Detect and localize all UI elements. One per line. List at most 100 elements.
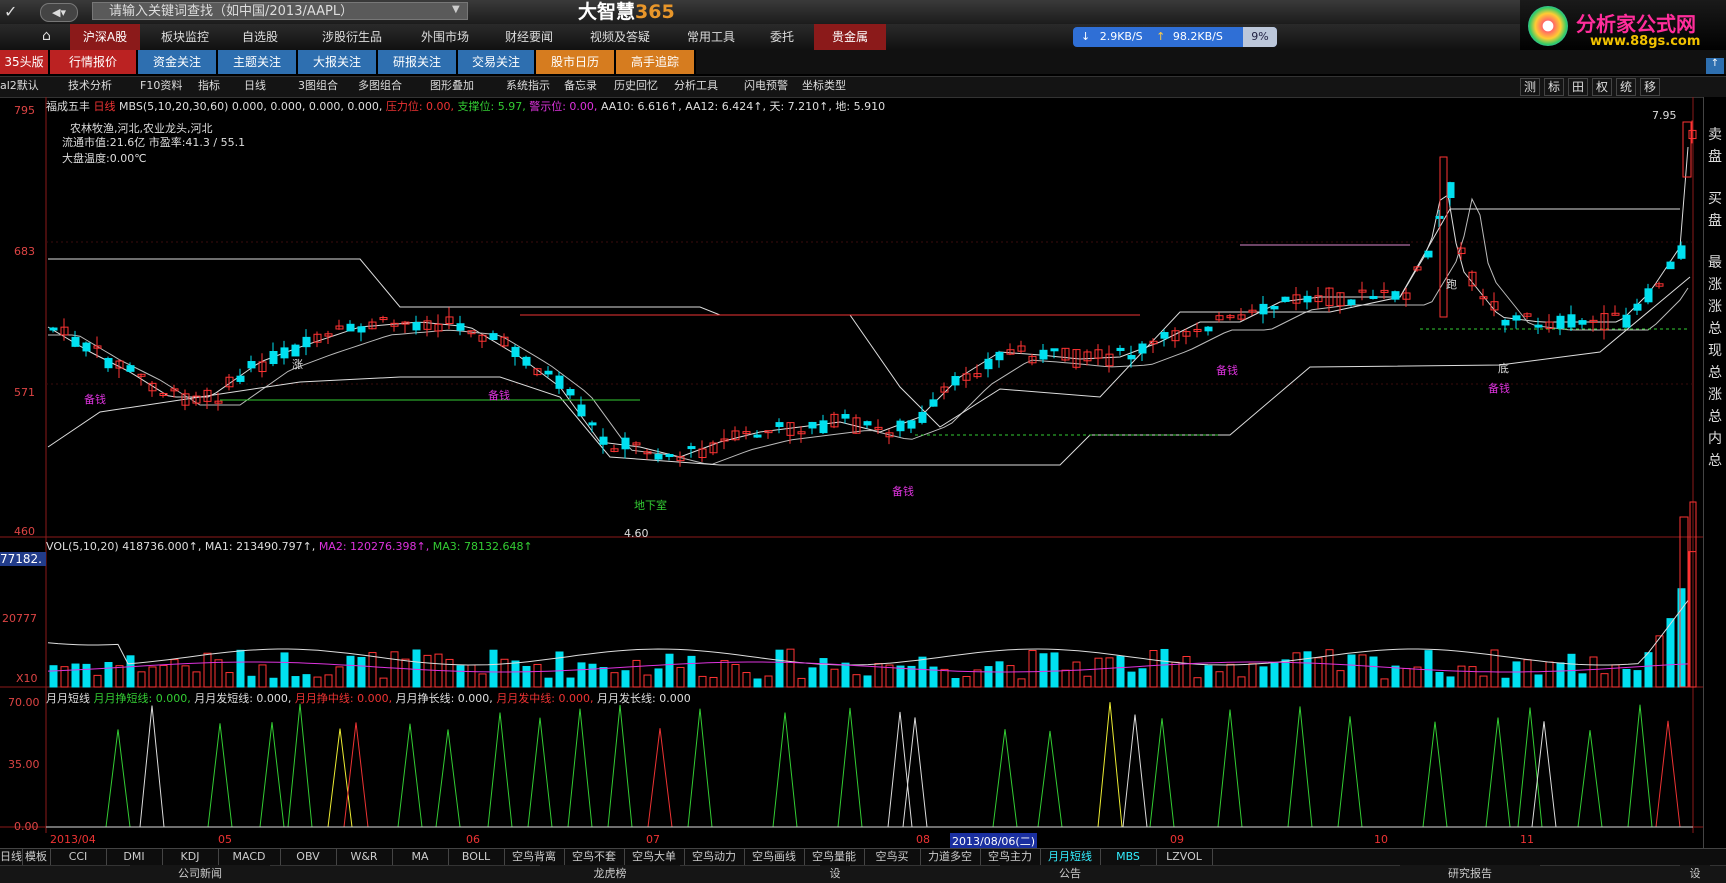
indicator-tab-10[interactable]: 空鸟背离 — [504, 848, 565, 865]
footer-tab-research[interactable]: 研究报告 — [1400, 865, 1540, 882]
volume-bar — [247, 675, 256, 688]
candle-body — [775, 422, 784, 427]
toolbar-fenxi[interactable]: 分析工具 — [674, 77, 718, 95]
search-input[interactable]: 请输入关键词查找（如中国/2013/AAPL） — [92, 2, 468, 20]
nav-item-guijinshu[interactable]: 贵金属 — [814, 24, 886, 50]
tab-dabao[interactable]: 大报关注 — [298, 50, 376, 74]
toolbar-zhibiao[interactable]: 指标 — [198, 77, 220, 95]
toolbar-lishi[interactable]: 历史回忆 — [614, 77, 658, 95]
tab-rili[interactable]: 股市日历 — [536, 50, 614, 74]
indicator-tab-6[interactable]: OBV — [280, 848, 337, 865]
nav-item-zixuan[interactable]: 自选股 — [228, 24, 292, 50]
toolbar-right-grid[interactable]: 田 — [1568, 78, 1588, 96]
toolbar-f10[interactable]: F10资料 — [140, 77, 182, 95]
toolbar-right-quan[interactable]: 权 — [1592, 78, 1612, 96]
volume-bar — [1457, 665, 1466, 688]
volume-bar — [1072, 661, 1081, 688]
candle-body — [1446, 182, 1455, 199]
toolbar-xitong[interactable]: 系统指示 — [506, 77, 550, 95]
price-high-label: 7.95 — [1652, 109, 1677, 122]
candle-body — [929, 399, 938, 407]
indicator-tab-16[interactable]: 空鸟买 — [864, 848, 921, 865]
nav-item-bankuai[interactable]: 板块监控 — [150, 24, 220, 50]
candle-body — [654, 454, 663, 460]
toolbar-right-yi[interactable]: 移 — [1640, 78, 1660, 96]
tab-jiaoyi[interactable]: 交易关注 — [458, 50, 534, 74]
indicator-tab-3[interactable]: DMI — [106, 848, 163, 865]
indicator-tab-17[interactable]: 力道多空 — [920, 848, 981, 865]
tab-hangqing[interactable]: 行情报价 — [50, 50, 136, 74]
toolbar-right-biao[interactable]: 标 — [1544, 78, 1564, 96]
toolbar-beiwang[interactable]: 备忘录 — [564, 77, 597, 95]
toolbar-duotu[interactable]: 多图组合 — [358, 77, 402, 95]
volume-bar — [82, 663, 91, 688]
kline-chart[interactable] — [0, 97, 1726, 848]
candle-body — [1677, 245, 1686, 259]
indicator-tab-18[interactable]: 空鸟主力 — [980, 848, 1041, 865]
nav-item-yansheng[interactable]: 涉股衍生品 — [310, 24, 394, 50]
indicator-tab-9[interactable]: BOLL — [448, 848, 505, 865]
toolbar-3tu[interactable]: 3图组合 — [298, 77, 338, 95]
tab-gaoshou[interactable]: 高手追踪 — [616, 50, 694, 74]
nav-item-weituo[interactable]: 委托 — [756, 24, 808, 50]
footer-tab-notice[interactable]: 公告 — [1000, 865, 1140, 882]
footer-tab-set-2[interactable]: 设 — [1680, 865, 1710, 882]
indicator-tab-5[interactable]: MACD — [218, 848, 281, 865]
nav-item-waiwei[interactable]: 外围市场 — [410, 24, 480, 50]
right-panel-arrow-icon[interactable]: ↑ — [1706, 58, 1724, 74]
candle-body — [1633, 303, 1642, 311]
ind-spike-1 — [139, 705, 165, 828]
indicator-tab-2[interactable]: CCI — [50, 848, 107, 865]
indicator-tab-13[interactable]: 空鸟动力 — [684, 848, 745, 865]
indicator-tab-14[interactable]: 空鸟画线 — [744, 848, 805, 865]
volume-bar — [1589, 656, 1598, 688]
tab-zhuti[interactable]: 主题关注 — [218, 50, 296, 74]
volume-bar — [1600, 673, 1609, 688]
nav-item-changyong[interactable]: 常用工具 — [676, 24, 746, 50]
footer-tab-longhu[interactable]: 龙虎榜 — [540, 865, 680, 882]
footer-tab-set-1[interactable]: 设 — [820, 865, 850, 882]
toolbar-rixian[interactable]: 日线 — [244, 77, 266, 95]
toolbar-zuobiao[interactable]: 坐标类型 — [802, 77, 846, 95]
mbs-values: MBS(5,10,20,30,60) 0.000, 0.000, 0.000, … — [119, 100, 383, 113]
indicator-tab-12[interactable]: 空鸟大单 — [624, 848, 685, 865]
indicator-tab-4[interactable]: KDJ — [162, 848, 219, 865]
indicator-tab-21[interactable]: LZVOL — [1156, 848, 1213, 865]
volume-bar — [775, 649, 784, 688]
indicator-tab-1[interactable]: 模板 — [22, 848, 51, 865]
footer-tab-news[interactable]: 公司新闻 — [130, 865, 270, 882]
toolbar-jishu[interactable]: 技术分析 — [68, 77, 112, 95]
ind-spike-8 — [435, 729, 461, 828]
toolbar-right-tong[interactable]: 统 — [1616, 78, 1636, 96]
toolbar-diejia[interactable]: 图形叠加 — [430, 77, 474, 95]
indicator-tab-15[interactable]: 空鸟量能 — [804, 848, 865, 865]
toolbar-shandian[interactable]: 闪电预警 — [744, 77, 788, 95]
back-button[interactable]: ◀▾ — [40, 3, 78, 22]
indicator-tab-11[interactable]: 空鸟不套 — [564, 848, 625, 865]
nav-item-caijing[interactable]: 财经要闻 — [494, 24, 564, 50]
home-icon[interactable]: ⌂ — [42, 28, 60, 46]
indicator-tab-7[interactable]: W&R — [336, 848, 393, 865]
toolbar-right-ce[interactable]: 测 — [1520, 78, 1540, 96]
volume-bar — [1105, 657, 1114, 688]
volume-bar — [742, 672, 751, 688]
candle-body — [412, 322, 421, 331]
candle-body — [104, 357, 113, 369]
tab-toutiao[interactable]: 35头版 — [0, 50, 48, 74]
indicator-tab-19[interactable]: 月月短线 — [1040, 848, 1101, 865]
tab-zijin[interactable]: 资金关注 — [138, 50, 216, 74]
tab-yanbao[interactable]: 研报关注 — [378, 50, 456, 74]
volume-bar — [643, 674, 652, 688]
nav-item-hushen[interactable]: 沪深A股 — [70, 24, 140, 50]
indicator-tab-8[interactable]: MA — [392, 848, 449, 865]
indicator-tab-0[interactable]: 日线 — [0, 848, 23, 865]
candle-body — [1160, 332, 1169, 339]
candle-body — [1424, 250, 1433, 258]
indicator-tab-20[interactable]: MBS — [1100, 848, 1157, 865]
volume-bar — [1655, 635, 1664, 688]
toolbar-template[interactable]: al2默认 — [0, 77, 39, 95]
beiqian-label-3: 备钱 — [892, 485, 914, 498]
nav-item-shipin[interactable]: 视频及答疑 — [578, 24, 662, 50]
search-dropdown-icon[interactable]: ▼ — [452, 4, 460, 15]
ind-spike-10 — [527, 717, 553, 828]
